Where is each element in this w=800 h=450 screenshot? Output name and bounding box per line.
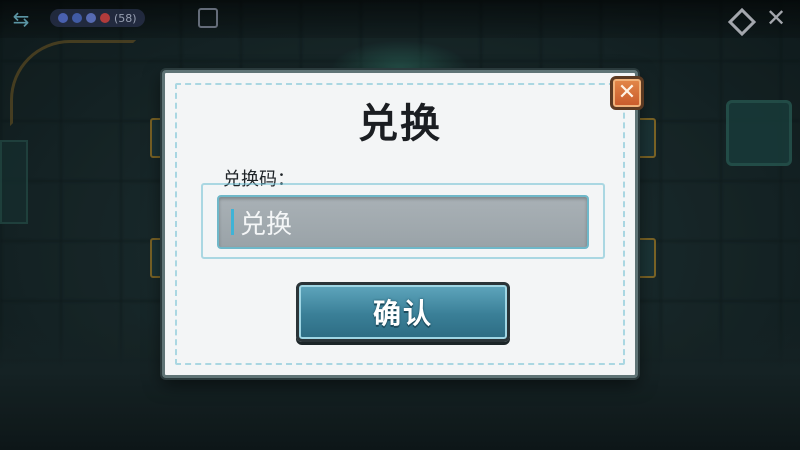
confirm-button-label: 确认 — [372, 297, 433, 330]
text-caret — [231, 209, 234, 235]
game-scene: ⇆ (58) ✕ 兑换 ✕ 兑换码： 兑换 确认 — [0, 0, 800, 450]
close-button[interactable]: ✕ — [610, 76, 644, 110]
redeem-dialog: 兑换 ✕ 兑换码： 兑换 确认 — [162, 70, 644, 378]
confirm-button[interactable]: 确认 — [296, 282, 510, 342]
redeem-code-placeholder: 兑换 — [240, 209, 293, 240]
close-x-icon: ✕ — [617, 80, 637, 105]
dialog-title: 兑换 — [358, 101, 442, 147]
redeem-code-input[interactable]: 兑换 — [217, 195, 589, 249]
